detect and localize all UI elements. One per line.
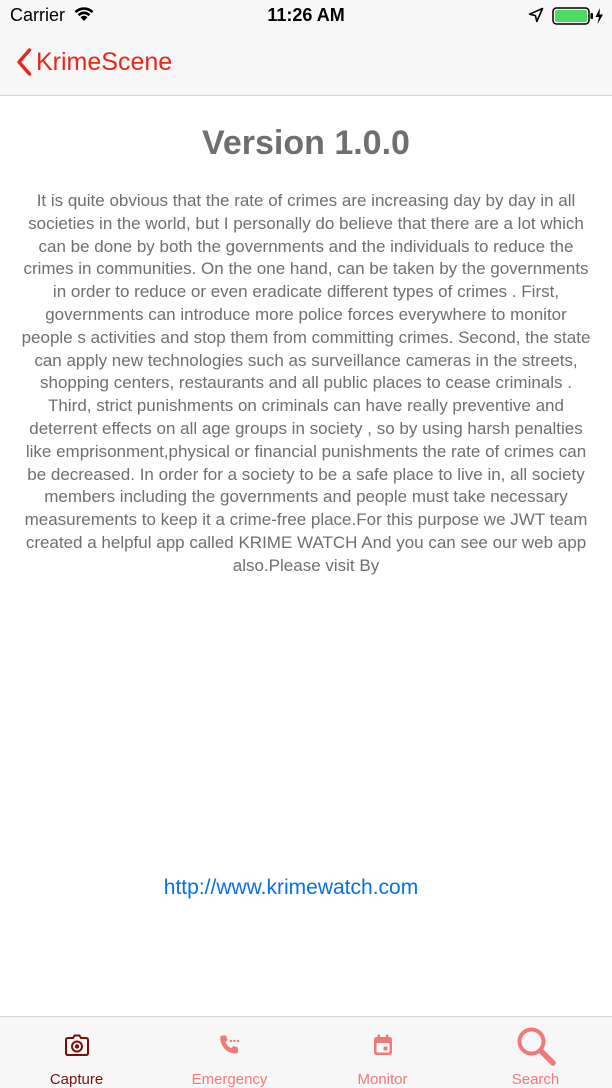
tab-label: Monitor (357, 1071, 408, 1088)
about-description: It is quite obvious that the rate of cri… (21, 191, 591, 575)
search-icon (517, 1027, 556, 1066)
website-link[interactable]: http://www.krimewatch.com (0, 876, 582, 900)
tab-emergency[interactable]: Emergency (153, 1017, 306, 1088)
tab-label: Search (511, 1071, 560, 1088)
calendar-icon (373, 1034, 392, 1055)
camera-icon (64, 1034, 89, 1056)
tab-monitor[interactable]: Monitor (306, 1017, 459, 1088)
phone-icon (219, 1035, 239, 1054)
back-button-label: KrimeScene (36, 47, 173, 76)
status-bar: Carrier 11:26 AM (0, 0, 612, 30)
chevron-left-icon (17, 48, 32, 76)
clock: 11:26 AM (267, 5, 345, 25)
version-title: Version 1.0.0 (202, 124, 410, 162)
tab-label: Capture (49, 1071, 104, 1088)
tab-label: Emergency (191, 1071, 268, 1088)
about-content: Version 1.0.0 It is quite obvious that t… (0, 96, 612, 1016)
navigation-bar: KrimeScene (0, 30, 612, 96)
location-arrow-icon (528, 7, 544, 23)
tab-capture[interactable]: Capture (0, 1017, 153, 1088)
tab-search[interactable]: Search (459, 1017, 612, 1088)
tab-bar: Capture Emergency Monitor Search (0, 1016, 612, 1088)
battery-charging-icon (552, 7, 603, 25)
back-button[interactable]: KrimeScene (16, 44, 172, 80)
